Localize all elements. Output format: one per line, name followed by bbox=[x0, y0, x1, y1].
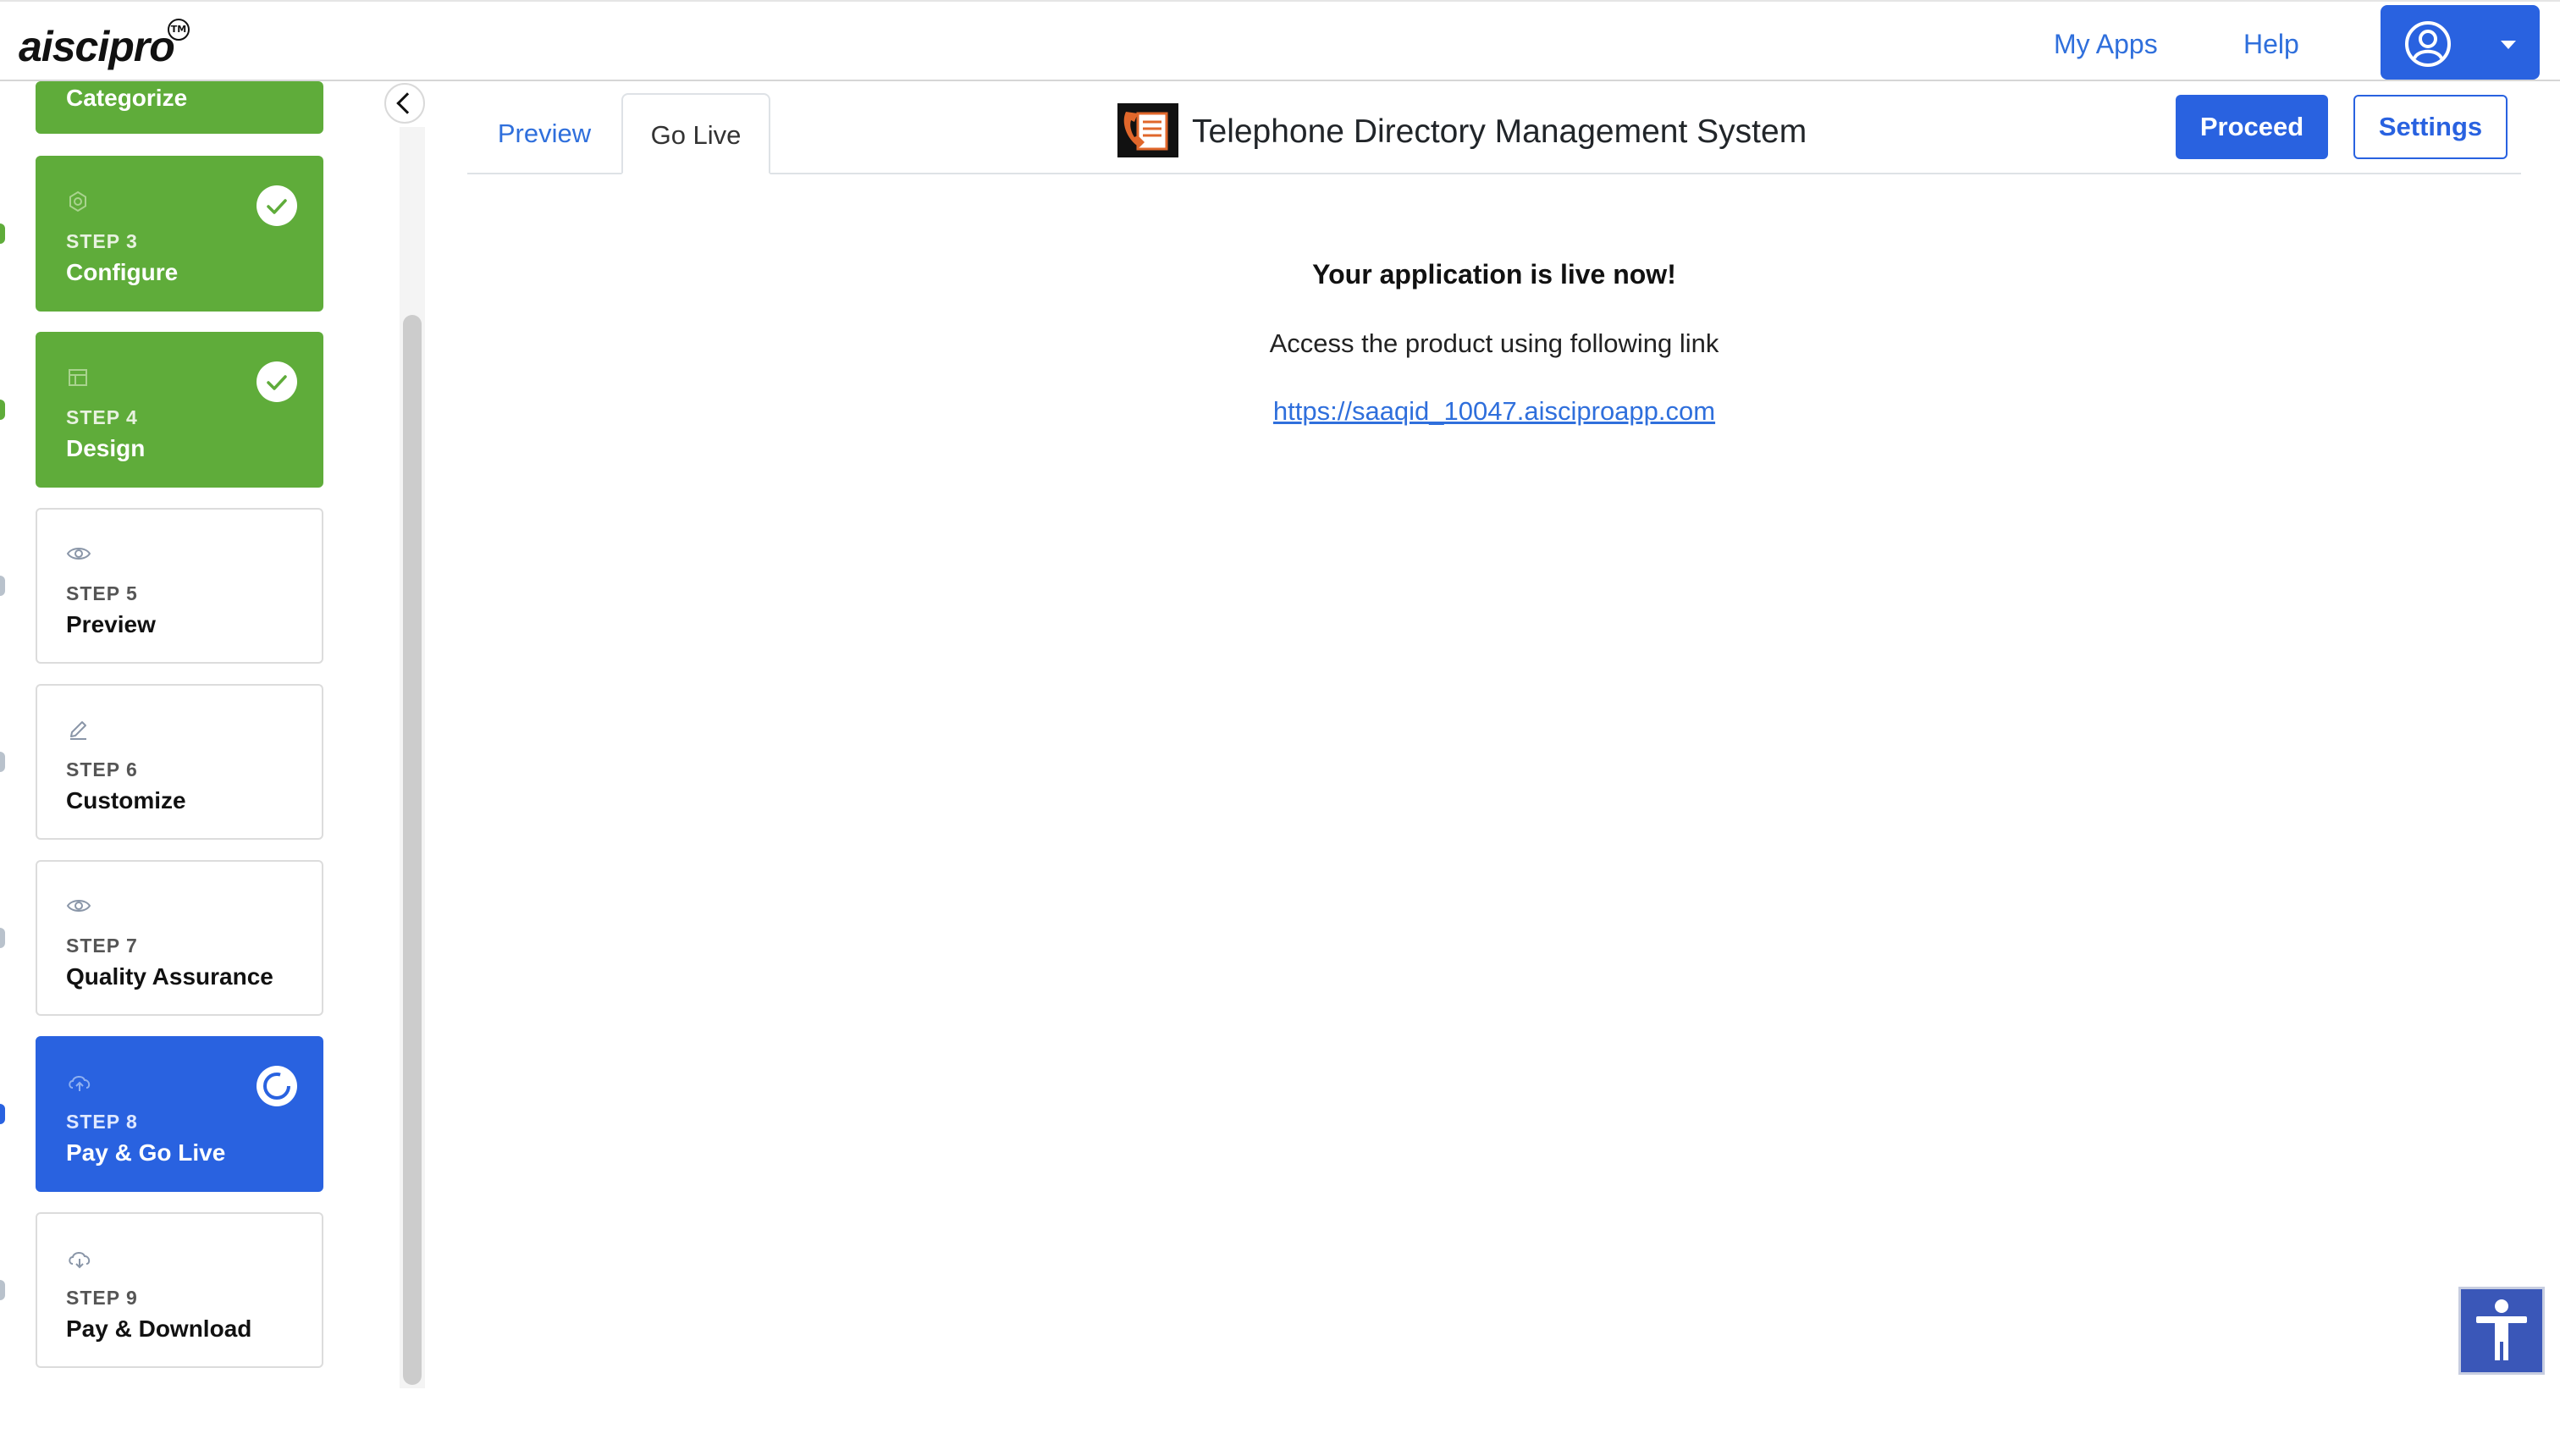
user-avatar-icon bbox=[2405, 21, 2451, 67]
step-card-configure[interactable]: STEP 3 Configure bbox=[36, 156, 323, 312]
chevron-down-icon bbox=[2501, 41, 2516, 49]
eye-icon bbox=[66, 900, 91, 912]
step-number: STEP 9 bbox=[66, 1287, 138, 1309]
step-card-customize[interactable]: STEP 6 Customize bbox=[36, 684, 323, 840]
top-navbar: aiscipro TM My Apps Help bbox=[0, 0, 2560, 81]
tabs-divider bbox=[467, 173, 2521, 174]
step-number: STEP 5 bbox=[66, 582, 138, 604]
step-number: STEP 8 bbox=[66, 1111, 138, 1133]
step-title: Design bbox=[66, 435, 146, 461]
step-title: Pay & Go Live bbox=[66, 1139, 226, 1166]
step-card-preview[interactable]: STEP 5 Preview bbox=[36, 508, 323, 664]
live-heading: Your application is live now! bbox=[1312, 259, 1676, 290]
cloud-download-icon bbox=[69, 1252, 91, 1269]
live-app-link[interactable]: https://saaqid_10047.aisciproapp.com bbox=[1092, 396, 1896, 427]
step-number: STEP 3 bbox=[66, 230, 138, 252]
step-number: STEP 7 bbox=[66, 935, 138, 957]
pencil-icon bbox=[70, 721, 86, 740]
app-logo-icon bbox=[1117, 103, 1178, 157]
timeline-dot bbox=[0, 576, 5, 596]
step-title: Categorize bbox=[66, 85, 188, 111]
timeline-dot bbox=[0, 928, 5, 948]
proceed-button[interactable]: Proceed bbox=[2176, 95, 2328, 159]
check-circle-icon bbox=[257, 361, 297, 402]
timeline-dot bbox=[0, 223, 5, 244]
in-progress-icon bbox=[257, 1066, 297, 1106]
timeline-dot bbox=[0, 1104, 5, 1124]
step-card-design[interactable]: STEP 4 Design bbox=[36, 332, 323, 488]
nav-help-link[interactable]: Help bbox=[2243, 29, 2299, 60]
timeline-dot bbox=[0, 1280, 5, 1300]
step-card-quality-assurance[interactable]: STEP 7 Quality Assurance bbox=[36, 860, 323, 1016]
chevron-left-icon bbox=[396, 92, 418, 114]
collapse-sidebar-button[interactable] bbox=[384, 83, 425, 124]
live-subtext: Access the product using following link bbox=[1269, 328, 1719, 358]
gear-icon bbox=[69, 190, 86, 212]
timeline-dot bbox=[0, 400, 5, 420]
step-card-pay-download[interactable]: STEP 9 Pay & Download bbox=[36, 1212, 323, 1368]
step-title: Quality Assurance bbox=[66, 963, 273, 990]
trademark-badge: TM bbox=[168, 19, 190, 41]
accessibility-icon bbox=[2476, 1299, 2527, 1360]
step-title: Preview bbox=[66, 611, 156, 637]
step-title: Customize bbox=[66, 787, 186, 813]
app-title: Telephone Directory Management System bbox=[1192, 113, 1807, 150]
sidebar-scrollbar-thumb[interactable] bbox=[403, 315, 422, 1385]
user-menu-button[interactable] bbox=[2381, 5, 2540, 80]
page: aiscipro TM My Apps Help Categorize STEP… bbox=[0, 0, 2560, 1456]
layout-icon bbox=[69, 369, 87, 386]
settings-button[interactable]: Settings bbox=[2353, 95, 2508, 159]
step-card-categorize[interactable]: Categorize bbox=[36, 81, 323, 134]
eye-icon bbox=[66, 548, 91, 560]
check-circle-icon bbox=[257, 185, 297, 226]
cloud-upload-icon bbox=[69, 1076, 91, 1091]
step-number: STEP 6 bbox=[66, 758, 138, 780]
tab-preview[interactable]: Preview bbox=[467, 93, 621, 174]
step-card-pay-go-live[interactable]: STEP 8 Pay & Go Live bbox=[36, 1036, 323, 1192]
tab-go-live[interactable]: Go Live bbox=[621, 93, 770, 174]
accessibility-button[interactable] bbox=[2458, 1287, 2545, 1375]
step-title: Pay & Download bbox=[66, 1315, 252, 1342]
step-number: STEP 4 bbox=[66, 406, 138, 428]
brand-logo[interactable]: aiscipro bbox=[19, 22, 175, 71]
timeline-dot bbox=[0, 752, 5, 772]
nav-my-apps-link[interactable]: My Apps bbox=[2054, 29, 2158, 60]
step-title: Configure bbox=[66, 259, 179, 285]
